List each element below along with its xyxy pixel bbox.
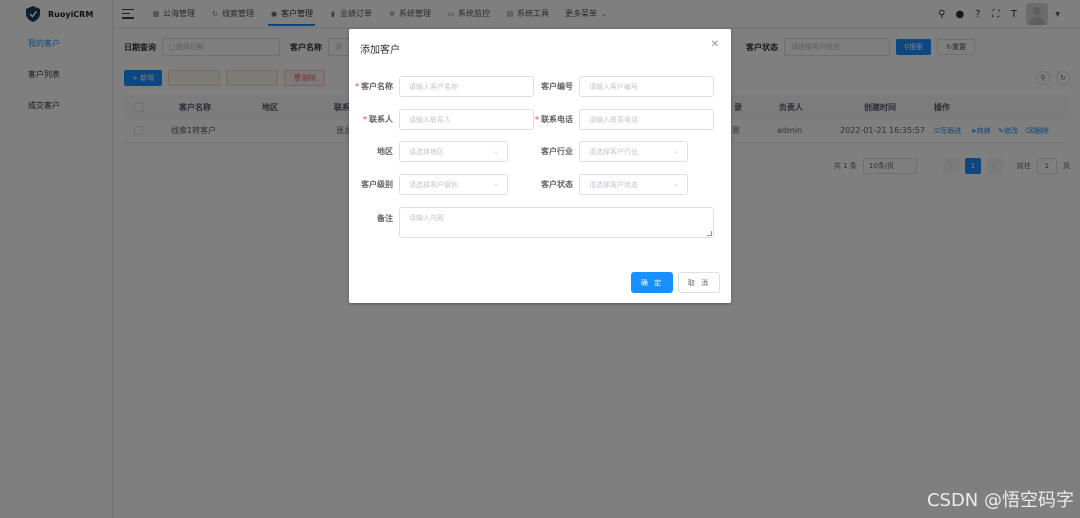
required-asterisk: * xyxy=(534,115,539,124)
phone-placeholder: 请输入联系电话 xyxy=(589,115,638,124)
level-select[interactable]: 请选择客户级别 ⌄ xyxy=(399,174,508,195)
contact-placeholder: 请输入联系人 xyxy=(409,115,451,124)
row-name: * 客户名称 请输入客户名称 xyxy=(349,76,534,97)
contact-label-text: 联系人 xyxy=(369,115,393,124)
level-placeholder: 请选择客户级别 xyxy=(409,180,458,189)
watermark: CSDN @悟空码字 xyxy=(926,490,1074,511)
contact-label: * 联系人 xyxy=(349,114,399,125)
chevron-down-icon: ⌄ xyxy=(493,147,499,155)
customer-name-input[interactable]: 请输入客户名称 xyxy=(399,76,534,97)
close-icon[interactable]: ✕ xyxy=(711,39,719,50)
row-level: 客户级别 请选择客户级别 ⌄ xyxy=(349,174,508,195)
row-region: 地区 请选择地区 ⌄ xyxy=(349,141,508,162)
chevron-down-icon: ⌄ xyxy=(673,180,679,188)
region-placeholder: 请选择地区 xyxy=(409,147,444,156)
code-label: 客户编号 xyxy=(541,82,573,91)
phone-label-text: 联系电话 xyxy=(541,115,573,124)
customer-code-placeholder: 请输入客户编号 xyxy=(589,82,638,91)
region-select[interactable]: 请选择地区 ⌄ xyxy=(399,141,508,162)
industry-select[interactable]: 请选择客户行业 ⌄ xyxy=(579,141,688,162)
phone-label: * 联系电话 xyxy=(529,114,579,125)
region-label: 地区 xyxy=(377,147,393,156)
required-asterisk: * xyxy=(354,82,359,91)
industry-placeholder: 请选择客户行业 xyxy=(589,147,638,156)
row-contact: * 联系人 请输入联系人 xyxy=(349,109,534,130)
status-label: 客户状态 xyxy=(541,180,573,189)
remark-label: 备注 xyxy=(377,214,393,223)
industry-label: 客户行业 xyxy=(541,147,573,156)
name-label-text: 客户名称 xyxy=(361,82,393,91)
remark-textarea[interactable]: 请输入内容 xyxy=(399,207,714,238)
status-placeholder: 请选择客户状态 xyxy=(589,180,638,189)
customer-code-input[interactable]: 请输入客户编号 xyxy=(579,76,714,97)
row-status: 客户状态 请选择客户状态 ⌄ xyxy=(529,174,688,195)
contact-input[interactable]: 请输入联系人 xyxy=(399,109,534,130)
add-customer-dialog: 添加客户 ✕ * 客户名称 请输入客户名称 客户编号 请输入客户编号 * 联系人 请… xyxy=(349,29,731,303)
row-remark: 备注 请输入内容 xyxy=(349,207,714,238)
name-label: * 客户名称 xyxy=(349,81,399,92)
chevron-down-icon: ⌄ xyxy=(673,147,679,155)
remark-placeholder: 请输入内容 xyxy=(409,214,444,222)
dialog-title: 添加客户 xyxy=(360,45,400,56)
resize-handle-icon[interactable] xyxy=(707,231,712,236)
row-industry: 客户行业 请选择客户行业 ⌄ xyxy=(529,141,688,162)
row-phone: * 联系电话 请输入联系电话 xyxy=(529,109,714,130)
level-label: 客户级别 xyxy=(361,180,393,189)
row-code: 客户编号 请输入客户编号 xyxy=(529,76,714,97)
status-select[interactable]: 请选择客户状态 ⌄ xyxy=(579,174,688,195)
cancel-button[interactable]: 取 消 xyxy=(678,272,720,293)
confirm-button[interactable]: 确 定 xyxy=(631,272,673,293)
chevron-down-icon: ⌄ xyxy=(493,180,499,188)
phone-input[interactable]: 请输入联系电话 xyxy=(579,109,714,130)
required-asterisk: * xyxy=(362,115,367,124)
customer-name-placeholder: 请输入客户名称 xyxy=(409,82,458,91)
